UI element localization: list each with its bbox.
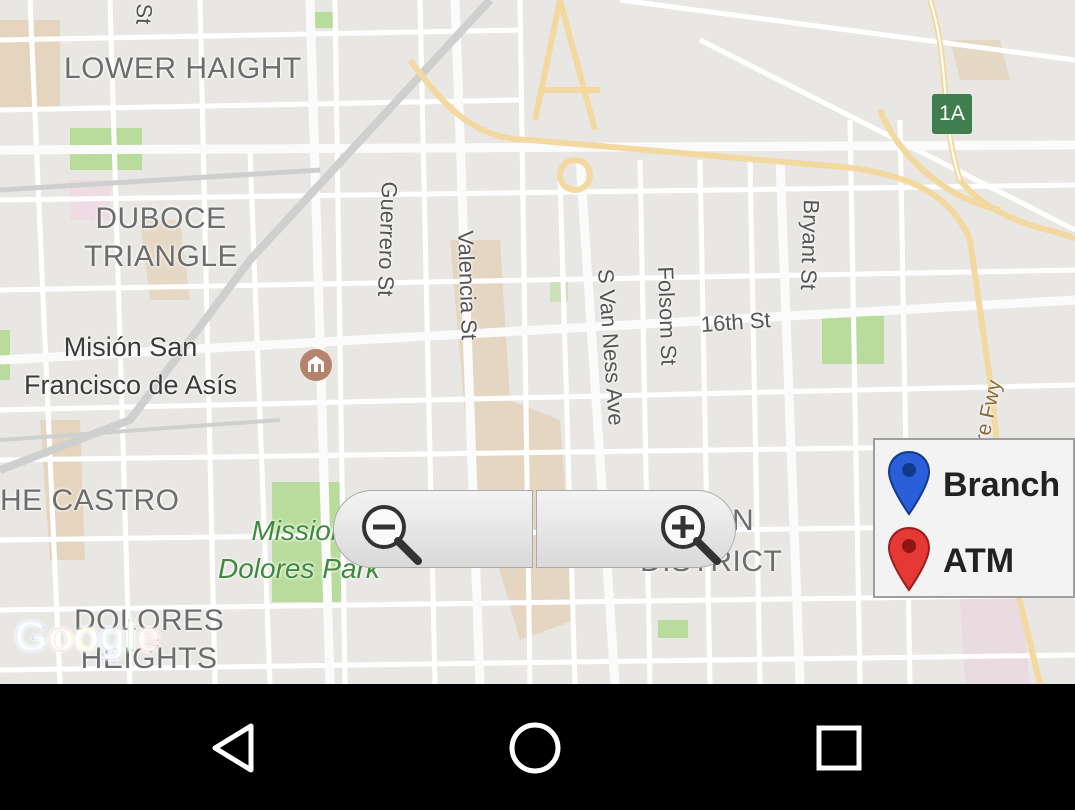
red-map-pin-icon: [887, 526, 931, 592]
zoom-in-button[interactable]: [536, 490, 736, 568]
street-label-guerrero: Guerrero St: [373, 181, 402, 297]
zoom-in-magnifier-icon: [661, 505, 721, 565]
zoom-out-magnifier-icon: [362, 505, 422, 565]
legend-item-atm[interactable]: ATM: [887, 526, 1072, 596]
street-label-bryant: Bryant St: [795, 199, 824, 291]
street-label-top-st: St: [131, 3, 157, 25]
street-label-folsom: Folsom St: [653, 266, 682, 366]
system-navigation-bar: [0, 684, 1075, 810]
neighborhood-label-duboce-triangle: DUBOCE TRIANGLE: [84, 202, 239, 273]
zoom-controls: [333, 490, 737, 568]
map-view[interactable]: LOWER HAIGHT DUBOCE TRIANGLE HE CASTRO D…: [0, 0, 1075, 684]
google-logo: Google: [14, 612, 161, 662]
zoom-out-button[interactable]: [333, 490, 533, 568]
back-triangle-icon[interactable]: [195, 708, 275, 788]
mission-landmark-icon[interactable]: [299, 348, 333, 382]
legend-panel: Branch ATM: [873, 438, 1075, 598]
home-circle-icon[interactable]: [495, 708, 575, 788]
street-label-16th: 16th St: [700, 307, 772, 337]
google-attribution-text: Google: [14, 612, 161, 661]
neighborhood-label-lower-haight: LOWER HAIGHT: [64, 52, 302, 85]
legend-label-atm: ATM: [943, 542, 1015, 580]
highway-shield-badge: 1A: [932, 94, 972, 134]
poi-label-mision-san-francisco[interactable]: Misión San Francisco de Asís: [24, 328, 237, 404]
recents-square-icon[interactable]: [799, 708, 879, 788]
neighborhood-label-castro: HE CASTRO: [0, 484, 180, 517]
blue-map-pin-icon: [887, 450, 931, 516]
street-label-valencia: Valencia St: [453, 230, 482, 341]
legend-item-branch[interactable]: Branch: [887, 450, 1072, 520]
legend-label-branch: Branch: [943, 466, 1061, 504]
